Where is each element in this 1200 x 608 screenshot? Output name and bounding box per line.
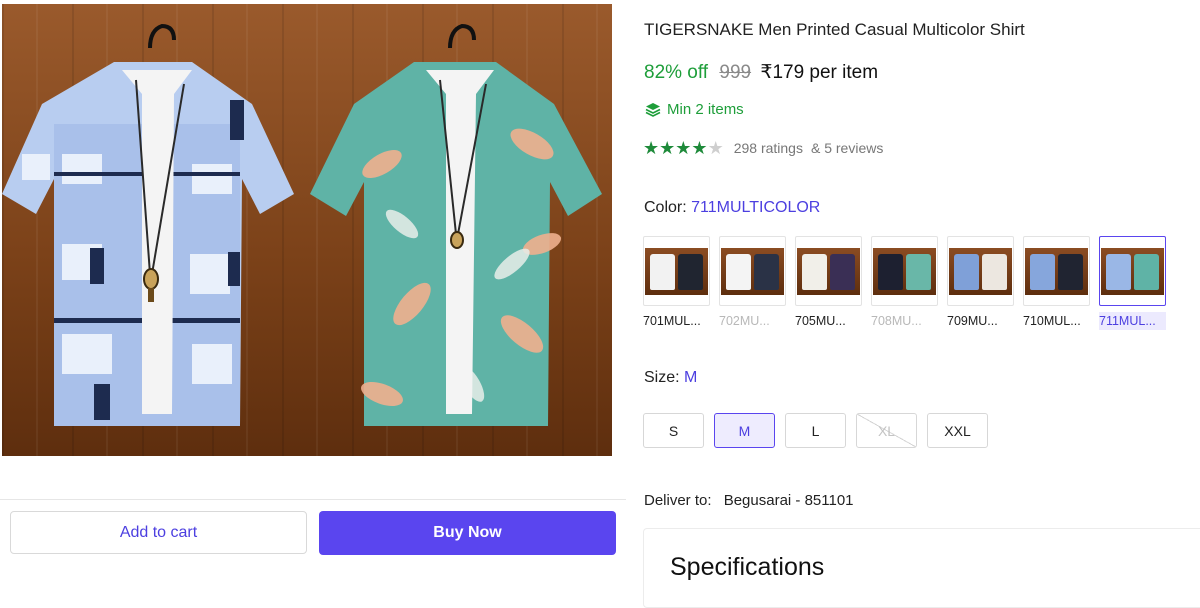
color-thumbnail[interactable] bbox=[795, 236, 862, 306]
shirt-thumbnail-image bbox=[1025, 247, 1088, 295]
price-row: 82% off 999 ₹179 per item bbox=[644, 61, 878, 84]
size-option-s[interactable]: S bbox=[643, 413, 704, 448]
product-image[interactable] bbox=[2, 4, 612, 456]
star-filled-icon: ★ bbox=[675, 138, 692, 158]
discount-text: 82% off bbox=[644, 62, 709, 83]
product-photo bbox=[2, 23, 602, 426]
color-option[interactable]: 711MUL... bbox=[1099, 236, 1166, 330]
action-bar: Add to cart Buy Now bbox=[10, 511, 616, 555]
deliver-label: Deliver to: bbox=[644, 492, 712, 509]
color-thumbnail[interactable] bbox=[1099, 236, 1166, 306]
color-option[interactable]: 709MU... bbox=[947, 236, 1014, 330]
size-option-l[interactable]: L bbox=[785, 413, 846, 448]
color-option-label: 711MUL... bbox=[1099, 312, 1166, 330]
color-option[interactable]: 710MUL... bbox=[1023, 236, 1090, 330]
shirt-thumbnail-image bbox=[949, 247, 1012, 295]
rating-row: ★ ★ ★ ★ ★ 298 ratings & 5 reviews bbox=[643, 139, 883, 157]
color-thumbnail[interactable] bbox=[947, 236, 1014, 306]
shirt-thumbnail-image bbox=[1101, 247, 1164, 295]
color-thumbnail[interactable] bbox=[871, 236, 938, 306]
product-title: TIGERSNAKE Men Printed Casual Multicolor… bbox=[644, 20, 1025, 39]
mrp-price: 999 bbox=[719, 62, 752, 83]
color-option[interactable]: 708MU... bbox=[871, 236, 938, 330]
color-option-label: 701MUL... bbox=[643, 314, 701, 328]
min-items-text: Min 2 items bbox=[667, 101, 744, 118]
color-option-label: 705MU... bbox=[795, 314, 846, 328]
star-empty-icon: ★ bbox=[707, 138, 724, 158]
size-option-xxl[interactable]: XXL bbox=[927, 413, 988, 448]
size-selector-label: Size: M bbox=[644, 369, 697, 387]
size-option-xl[interactable]: XL bbox=[856, 413, 917, 448]
star-filled-icon: ★ bbox=[659, 138, 676, 158]
specifications-title: Specifications bbox=[670, 553, 825, 581]
color-selector-label: Color: 711MULTICOLOR bbox=[644, 199, 820, 217]
teal-shirt-image bbox=[310, 23, 602, 426]
size-label: Size: bbox=[644, 369, 680, 386]
color-thumbnail[interactable] bbox=[643, 236, 710, 306]
color-option-label: 702MU... bbox=[719, 314, 770, 328]
star-rating: ★ ★ ★ ★ ★ bbox=[643, 139, 724, 157]
color-option[interactable]: 701MUL... bbox=[643, 236, 710, 330]
shirt-thumbnail-image bbox=[797, 247, 860, 295]
color-thumbnail[interactable] bbox=[1023, 236, 1090, 306]
shirt-thumbnail-image bbox=[645, 247, 708, 295]
color-swatches: 701MUL... 702MU... 705MU... 708MU... 709MU..… bbox=[643, 236, 1166, 330]
color-option[interactable]: 705MU... bbox=[795, 236, 862, 330]
color-option-label: 708MU... bbox=[871, 314, 922, 328]
selected-size: M bbox=[684, 369, 698, 386]
color-option[interactable]: 702MU... bbox=[719, 236, 786, 330]
shirt-thumbnail-image bbox=[873, 247, 936, 295]
color-thumbnail[interactable] bbox=[719, 236, 786, 306]
buy-now-button[interactable]: Buy Now bbox=[319, 511, 616, 555]
layers-icon bbox=[645, 102, 661, 117]
add-to-cart-button[interactable]: Add to cart bbox=[10, 511, 307, 554]
selected-color: 711MULTICOLOR bbox=[691, 199, 821, 216]
min-items-row: Min 2 items bbox=[645, 101, 744, 118]
shirt-thumbnail-image bbox=[721, 247, 784, 295]
size-options: S M L XL XXL bbox=[643, 413, 988, 448]
color-option-label: 709MU... bbox=[947, 314, 998, 328]
color-label: Color: bbox=[644, 199, 687, 216]
reviews-count: & 5 reviews bbox=[810, 140, 884, 156]
delivery-location[interactable]: Begusarai - 851101 bbox=[724, 492, 854, 509]
ratings-count: 298 ratings bbox=[733, 140, 803, 156]
star-filled-icon: ★ bbox=[691, 138, 708, 158]
divider bbox=[0, 499, 626, 500]
delivery-row: Deliver to: Begusarai - 851101 bbox=[644, 492, 854, 509]
blue-shirt-image bbox=[2, 23, 294, 426]
selling-price: ₹179 per item bbox=[760, 62, 879, 83]
color-option-label: 710MUL... bbox=[1023, 314, 1081, 328]
size-option-m[interactable]: M bbox=[714, 413, 775, 448]
star-filled-icon: ★ bbox=[643, 138, 660, 158]
